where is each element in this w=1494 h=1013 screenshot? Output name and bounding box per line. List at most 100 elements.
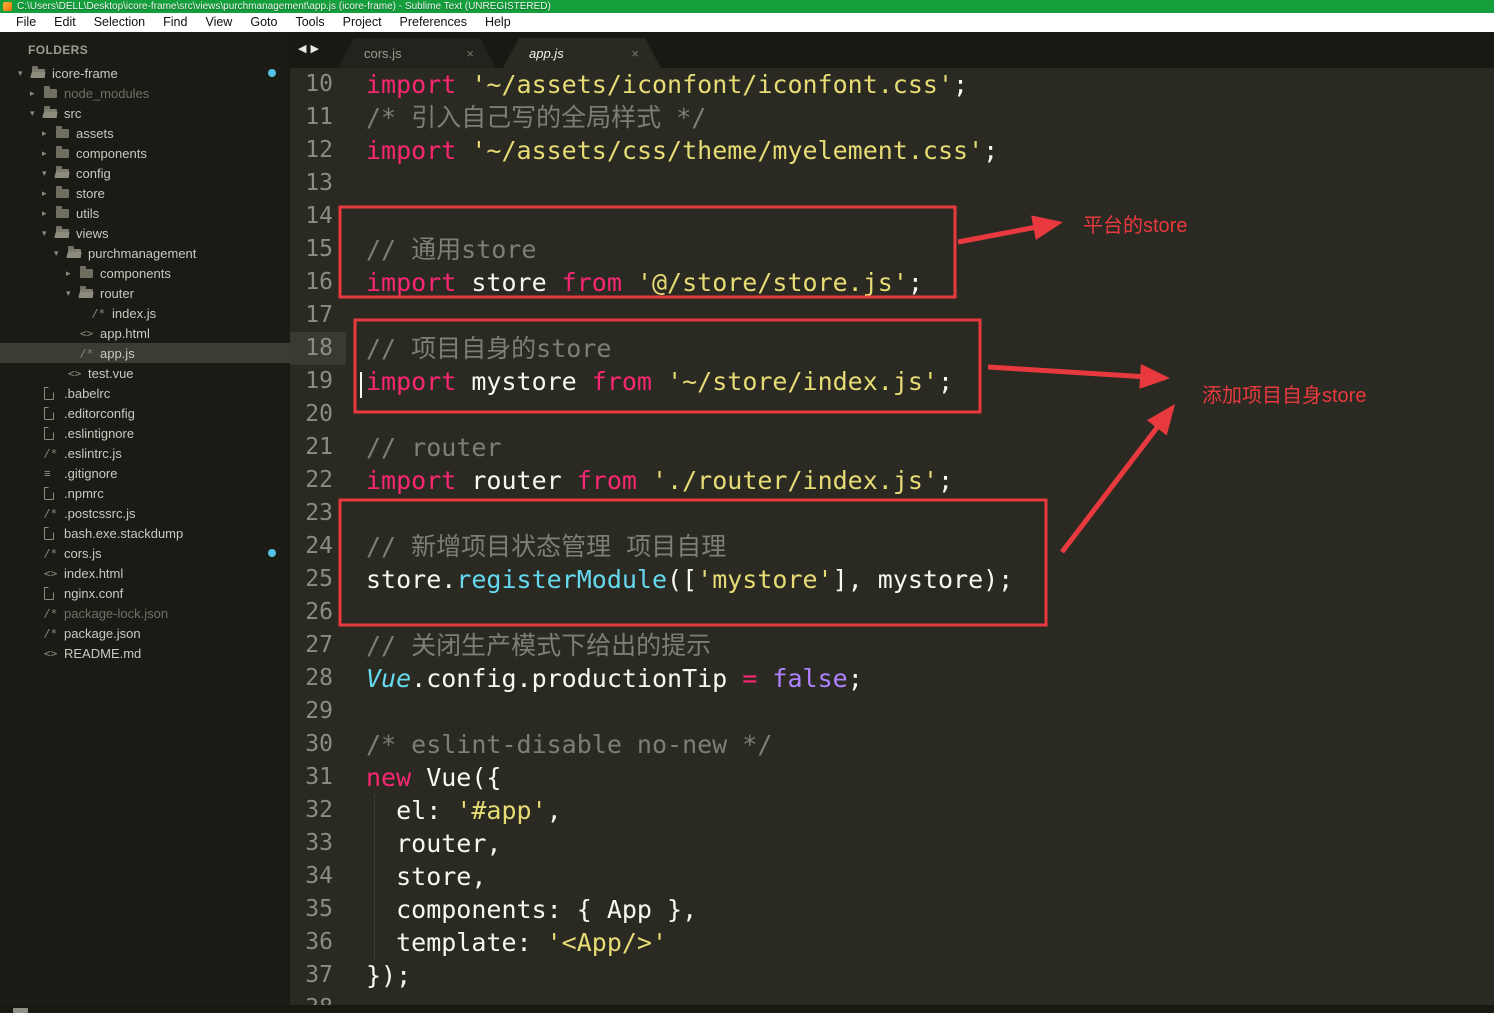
tree-item-label: node_modules bbox=[64, 86, 157, 101]
line-number: 35 bbox=[290, 893, 346, 926]
code-line-37[interactable]: 37}); bbox=[290, 959, 1494, 992]
code-line-38[interactable]: 38 bbox=[290, 992, 1494, 1005]
menu-view[interactable]: View bbox=[196, 13, 241, 32]
tree-item-README.md[interactable]: <>README.md bbox=[0, 643, 290, 663]
tree-item-app.js[interactable]: /*app.js bbox=[0, 343, 290, 363]
code-line-21[interactable]: 21// router bbox=[290, 431, 1494, 464]
line-content: import store from '@/store/store.js'; bbox=[346, 266, 923, 299]
tree-item-purchmanagement[interactable]: ▾purchmanagement bbox=[0, 243, 290, 263]
markup-file-icon: <> bbox=[80, 327, 100, 340]
tree-item-package.json[interactable]: /*package.json bbox=[0, 623, 290, 643]
js-file-icon: /* bbox=[44, 507, 64, 520]
menu-help[interactable]: Help bbox=[476, 13, 520, 32]
close-icon[interactable]: × bbox=[466, 46, 474, 61]
tree-item-.npmrc[interactable]: .npmrc bbox=[0, 483, 290, 503]
code-line-10[interactable]: 10import '~/assets/iconfont/iconfont.css… bbox=[290, 68, 1494, 101]
code-line-30[interactable]: 30/* eslint-disable no-new */ bbox=[290, 728, 1494, 761]
tree-item-cors.js[interactable]: /*cors.js bbox=[0, 543, 290, 563]
tree-item-label: bash.exe.stackdump bbox=[64, 526, 191, 541]
line-number: 24 bbox=[290, 530, 346, 563]
folder-tree: ▾icore-frame▸node_modules▾src▸assets▸com… bbox=[0, 63, 290, 663]
menu-project[interactable]: Project bbox=[334, 13, 391, 32]
tree-item-label: index.html bbox=[64, 566, 131, 581]
close-icon[interactable]: × bbox=[631, 46, 639, 61]
tree-item-bash.exe.stackdump[interactable]: bash.exe.stackdump bbox=[0, 523, 290, 543]
code-line-32[interactable]: 32 el: '#app', bbox=[290, 794, 1494, 827]
tree-item-index.html[interactable]: <>index.html bbox=[0, 563, 290, 583]
tree-item-.eslintrc.js[interactable]: /*.eslintrc.js bbox=[0, 443, 290, 463]
tree-item-index.js[interactable]: /*index.js bbox=[0, 303, 290, 323]
code-line-31[interactable]: 31new Vue({ bbox=[290, 761, 1494, 794]
tree-item-package-lock.json[interactable]: /*package-lock.json bbox=[0, 603, 290, 623]
code-line-36[interactable]: 36 template: '<App/>' bbox=[290, 926, 1494, 959]
code-line-24[interactable]: 24// 新增项目状态管理 项目自理 bbox=[290, 530, 1494, 563]
tree-item-.eslintignore[interactable]: .eslintignore bbox=[0, 423, 290, 443]
code-line-29[interactable]: 29 bbox=[290, 695, 1494, 728]
code-line-18[interactable]: 18// 项目自身的store bbox=[290, 332, 1494, 365]
menu-file[interactable]: File bbox=[7, 13, 45, 32]
tree-item-.postcssrc.js[interactable]: /*.postcssrc.js bbox=[0, 503, 290, 523]
menu-tools[interactable]: Tools bbox=[286, 13, 333, 32]
tree-item-label: .npmrc bbox=[64, 486, 112, 501]
tree-item-.editorconfig[interactable]: .editorconfig bbox=[0, 403, 290, 423]
tab-nav-left-icon[interactable]: ◀ bbox=[298, 42, 306, 55]
tree-item-.babelrc[interactable]: .babelrc bbox=[0, 383, 290, 403]
tree-item-label: app.js bbox=[100, 346, 143, 361]
code-line-33[interactable]: 33 router, bbox=[290, 827, 1494, 860]
tree-item-nginx.conf[interactable]: nginx.conf bbox=[0, 583, 290, 603]
tab-nav-right-icon[interactable]: ▶ bbox=[310, 42, 318, 55]
code-line-34[interactable]: 34 store, bbox=[290, 860, 1494, 893]
code-line-15[interactable]: 15// 通用store bbox=[290, 233, 1494, 266]
folder-icon bbox=[44, 89, 64, 98]
line-content: // 关闭生产模式下给出的提示 bbox=[346, 629, 711, 662]
tree-item-config[interactable]: ▾config bbox=[0, 163, 290, 183]
code-line-17[interactable]: 17 bbox=[290, 299, 1494, 332]
menu-edit[interactable]: Edit bbox=[45, 13, 85, 32]
tree-item-app.html[interactable]: <>app.html bbox=[0, 323, 290, 343]
menu-preferences[interactable]: Preferences bbox=[391, 13, 476, 32]
code-line-16[interactable]: 16import store from '@/store/store.js'; bbox=[290, 266, 1494, 299]
code-line-11[interactable]: 11/* 引入自己写的全局样式 */ bbox=[290, 101, 1494, 134]
tree-item-src[interactable]: ▾src bbox=[0, 103, 290, 123]
tree-item-components[interactable]: ▸components bbox=[0, 143, 290, 163]
tree-item-components[interactable]: ▸components bbox=[0, 263, 290, 283]
code-line-35[interactable]: 35 components: { App }, bbox=[290, 893, 1494, 926]
file-icon bbox=[44, 587, 64, 600]
menu-find[interactable]: Find bbox=[154, 13, 196, 32]
folder-icon bbox=[56, 189, 76, 198]
menu-goto[interactable]: Goto bbox=[241, 13, 286, 32]
line-number: 15 bbox=[290, 233, 346, 266]
tree-item-assets[interactable]: ▸assets bbox=[0, 123, 290, 143]
tree-item-icore-frame[interactable]: ▾icore-frame bbox=[0, 63, 290, 83]
code-line-19[interactable]: 19import mystore from '~/store/index.js'… bbox=[290, 365, 1494, 398]
tab-app.js[interactable]: app.js× bbox=[503, 38, 661, 68]
line-content bbox=[346, 695, 366, 728]
code-line-12[interactable]: 12import '~/assets/css/theme/myelement.c… bbox=[290, 134, 1494, 167]
code-line-23[interactable]: 23 bbox=[290, 497, 1494, 530]
menu-selection[interactable]: Selection bbox=[85, 13, 154, 32]
sublime-window: C:\Users\DELL\Desktop\icore-frame\src\vi… bbox=[0, 0, 1494, 1013]
tree-item-.gitignore[interactable]: ≡.gitignore bbox=[0, 463, 290, 483]
tree-item-router[interactable]: ▾router bbox=[0, 283, 290, 303]
chevron-right-icon: ▸ bbox=[42, 183, 56, 203]
tree-item-views[interactable]: ▾views bbox=[0, 223, 290, 243]
code-line-27[interactable]: 27// 关闭生产模式下给出的提示 bbox=[290, 629, 1494, 662]
line-content bbox=[346, 596, 366, 629]
code-editor[interactable]: 10import '~/assets/iconfont/iconfont.css… bbox=[290, 68, 1494, 1005]
code-line-26[interactable]: 26 bbox=[290, 596, 1494, 629]
line-number: 38 bbox=[290, 992, 346, 1005]
code-line-28[interactable]: 28Vue.config.productionTip = false; bbox=[290, 662, 1494, 695]
tab-cors.js[interactable]: cors.js× bbox=[338, 38, 496, 68]
code-line-13[interactable]: 13 bbox=[290, 167, 1494, 200]
tree-item-node_modules[interactable]: ▸node_modules bbox=[0, 83, 290, 103]
tree-item-store[interactable]: ▸store bbox=[0, 183, 290, 203]
tree-item-label: src bbox=[64, 106, 89, 121]
line-content: store, bbox=[346, 860, 486, 893]
code-line-14[interactable]: 14 bbox=[290, 200, 1494, 233]
tree-item-test.vue[interactable]: <>test.vue bbox=[0, 363, 290, 383]
line-number: 37 bbox=[290, 959, 346, 992]
code-line-25[interactable]: 25store.registerModule(['mystore'], myst… bbox=[290, 563, 1494, 596]
code-line-20[interactable]: 20 bbox=[290, 398, 1494, 431]
tree-item-utils[interactable]: ▸utils bbox=[0, 203, 290, 223]
code-line-22[interactable]: 22import router from './router/index.js'… bbox=[290, 464, 1494, 497]
